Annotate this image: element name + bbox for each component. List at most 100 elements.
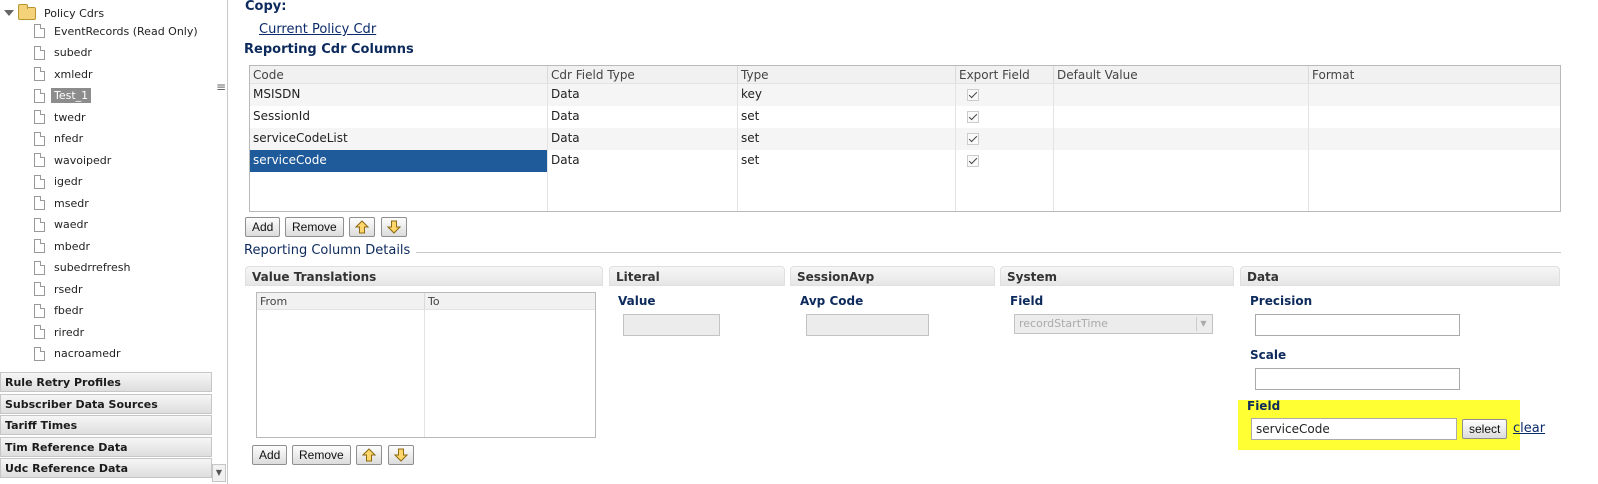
- literal-value-label: Value: [618, 294, 656, 308]
- accordion-header[interactable]: Subscriber Data Sources: [0, 393, 212, 414]
- scale-label: Scale: [1250, 348, 1287, 362]
- add-translation-button[interactable]: Add: [252, 445, 288, 465]
- system-field-select[interactable]: recordStartTime ▼: [1014, 314, 1213, 334]
- tree-item-label: rsedr: [54, 282, 83, 296]
- tree-item[interactable]: nfedr: [34, 129, 86, 149]
- tree-item-label: EventRecords (Read Only): [54, 24, 198, 38]
- checkmark-icon[interactable]: [967, 133, 979, 145]
- cell-default-value: [1054, 106, 1309, 128]
- splitter-handle-icon[interactable]: ≡: [216, 80, 226, 94]
- table-row[interactable]: SessionId Data set: [250, 106, 1560, 128]
- cell-type: set: [738, 150, 956, 172]
- tree-item-label: fbedr: [54, 304, 84, 317]
- document-icon: [34, 153, 45, 167]
- remove-translation-button[interactable]: Remove: [292, 445, 351, 465]
- column-header-code[interactable]: Code: [250, 66, 548, 83]
- tree-item[interactable]: nacroamedr: [34, 344, 124, 364]
- move-up-button[interactable]: [349, 217, 375, 237]
- tree-item[interactable]: rsedr: [34, 279, 86, 299]
- tree-item[interactable]: wavoipedr: [34, 150, 114, 170]
- avp-code-input[interactable]: [806, 314, 929, 336]
- table-row[interactable]: serviceCodeList Data set: [250, 128, 1560, 150]
- document-icon: [34, 110, 45, 124]
- sidebar: Policy Cdrs EventRecords (Read Only) sube…: [0, 0, 228, 484]
- checkmark-icon[interactable]: [967, 89, 979, 101]
- translation-move-down-button[interactable]: [388, 445, 414, 465]
- tree-item[interactable]: xmledr: [34, 64, 96, 84]
- current-policy-cdr-link[interactable]: Current Policy Cdr: [259, 22, 376, 37]
- cell-cdr-field-type: Data: [548, 106, 738, 128]
- literal-value-input[interactable]: [623, 314, 720, 336]
- accordion-header[interactable]: Tim Reference Data: [0, 436, 212, 457]
- value-translations-panel-header: Value Translations: [245, 266, 603, 286]
- table-empty-area: [250, 172, 1560, 211]
- cell-type: key: [738, 84, 956, 106]
- column-header-to[interactable]: To: [425, 293, 595, 309]
- cell-code: SessionId: [250, 106, 548, 128]
- cell-default-value: [1054, 128, 1309, 150]
- tree-root-policy-cdrs[interactable]: Policy Cdrs: [4, 3, 105, 22]
- tree-item-label: wavoipedr: [54, 153, 112, 167]
- reporting-cdr-columns-table: Code Cdr Field Type Type Export Field De…: [249, 65, 1561, 212]
- cell-cdr-field-type: Data: [548, 84, 738, 106]
- tree-item[interactable]: msedr: [34, 193, 92, 213]
- tree-item[interactable]: subedrrefresh: [34, 258, 133, 278]
- accordion-header[interactable]: Rule Retry Profiles: [0, 372, 212, 392]
- cell-export-field[interactable]: [956, 84, 1054, 106]
- remove-column-button[interactable]: Remove: [285, 217, 344, 237]
- tree-item[interactable]: fbedr: [34, 301, 86, 321]
- accordion-header[interactable]: Udc Reference Data: [0, 458, 212, 478]
- checkmark-icon[interactable]: [967, 111, 979, 123]
- checkmark-icon[interactable]: [967, 155, 979, 167]
- arrow-down-icon: [394, 448, 408, 462]
- add-column-button[interactable]: Add: [245, 217, 281, 237]
- precision-input[interactable]: [1255, 314, 1460, 336]
- arrow-up-icon: [362, 448, 376, 462]
- tree-item[interactable]: riredr: [34, 322, 87, 342]
- column-header-from[interactable]: From: [257, 293, 426, 309]
- table-body: MSISDN Data key SessionId Data set serviceCode…: [250, 84, 1560, 172]
- table-row[interactable]: serviceCode Data set: [250, 150, 1560, 172]
- arrow-down-icon: [387, 220, 401, 234]
- tree-root-label: Policy Cdrs: [44, 6, 105, 20]
- literal-panel-header: Literal: [609, 266, 785, 286]
- tree-item[interactable]: Test_1: [34, 86, 92, 106]
- accordion-header[interactable]: Tariff Times: [0, 415, 212, 435]
- document-icon: [34, 217, 45, 232]
- reporting-column-details-title: Reporting Column Details: [244, 243, 417, 258]
- tree-item[interactable]: mbedr: [34, 236, 93, 256]
- cell-cdr-field-type: Data: [548, 128, 738, 150]
- tree-item-label: riredr: [54, 325, 85, 339]
- cell-export-field[interactable]: [956, 128, 1054, 150]
- document-icon: [34, 174, 45, 189]
- cell-code: serviceCodeList: [250, 128, 548, 150]
- tree-item[interactable]: waedr: [34, 215, 91, 235]
- column-header-cdr-field-type[interactable]: Cdr Field Type: [548, 66, 738, 83]
- move-down-button[interactable]: [381, 217, 407, 237]
- scale-input[interactable]: [1255, 368, 1460, 390]
- column-header-default-value[interactable]: Default Value: [1054, 66, 1309, 83]
- avp-code-label: Avp Code: [800, 294, 864, 308]
- tree-item[interactable]: subedr: [34, 43, 95, 63]
- expand-triangle-icon[interactable]: [4, 10, 14, 16]
- precision-label: Precision: [1250, 294, 1313, 308]
- column-header-type[interactable]: Type: [738, 66, 956, 83]
- document-icon: [34, 24, 45, 38]
- cell-export-field[interactable]: [956, 150, 1054, 172]
- data-field-input[interactable]: serviceCode: [1251, 418, 1457, 440]
- clear-field-link[interactable]: clear: [1513, 421, 1545, 436]
- select-field-button[interactable]: select: [1462, 419, 1508, 439]
- document-icon: [34, 282, 45, 296]
- copy-label: Copy:: [245, 0, 287, 14]
- tree-item[interactable]: igedr: [34, 172, 85, 192]
- translation-move-up-button[interactable]: [356, 445, 382, 465]
- column-header-format[interactable]: Format: [1309, 66, 1560, 83]
- table-row[interactable]: MSISDN Data key: [250, 84, 1560, 106]
- tree-item[interactable]: EventRecords (Read Only): [34, 21, 201, 41]
- column-header-export-field[interactable]: Export Field: [956, 66, 1054, 83]
- cell-export-field[interactable]: [956, 106, 1054, 128]
- reporting-cdr-columns-title: Reporting Cdr Columns: [244, 42, 414, 57]
- scroll-down-icon[interactable]: ▼: [212, 464, 226, 482]
- chevron-down-icon[interactable]: ▼: [1196, 317, 1210, 331]
- tree-item[interactable]: twedr: [34, 107, 89, 127]
